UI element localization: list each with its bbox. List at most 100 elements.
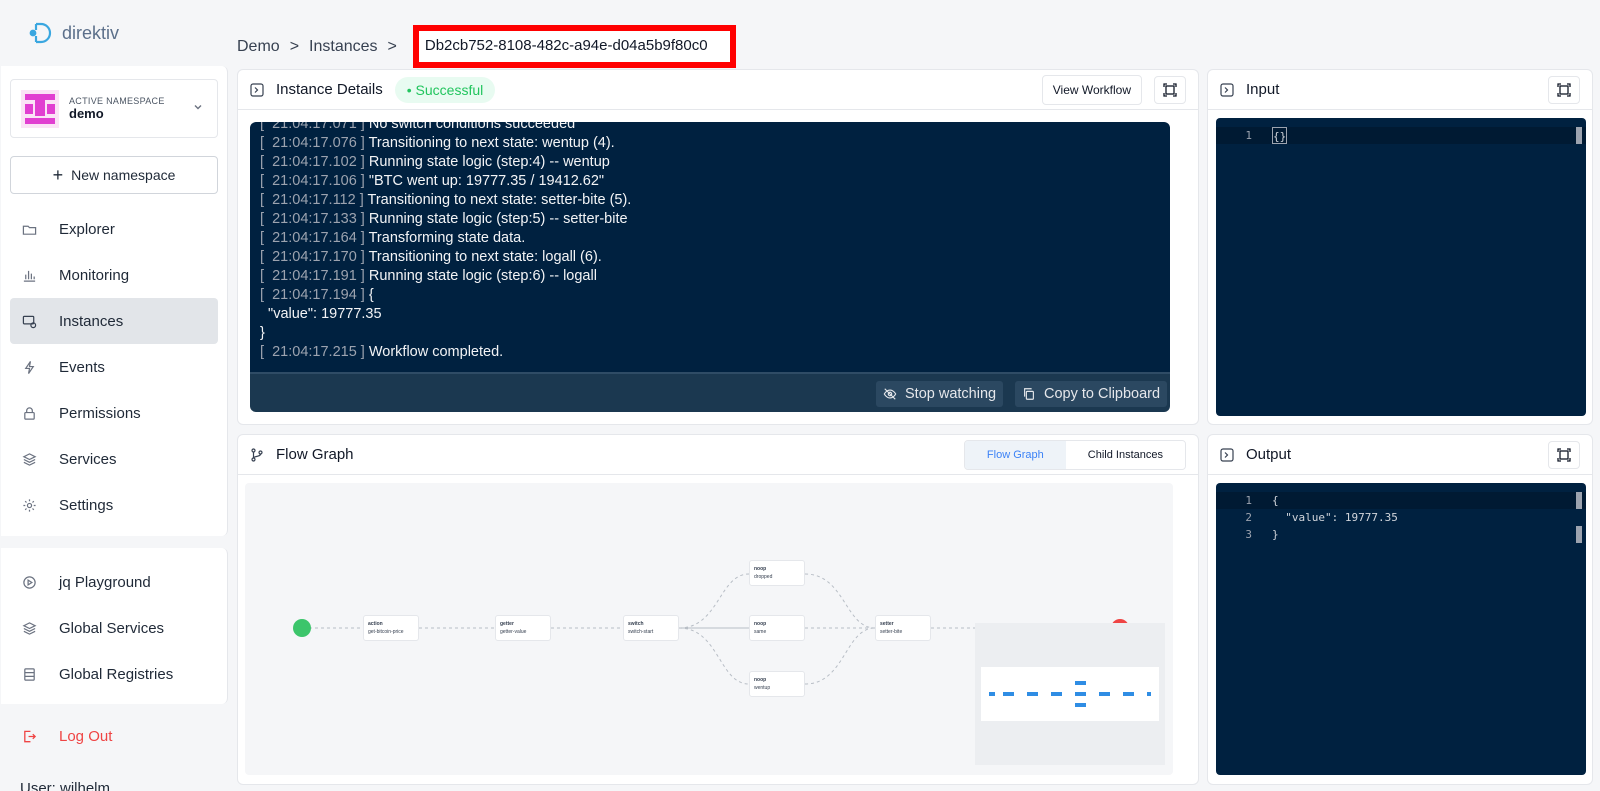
lock-icon [22, 406, 37, 421]
flow-node-setter-bite[interactable]: setter setter-bite [875, 615, 931, 641]
log-line: [ 21:04:17.106 ] "BTC went up: 19777.35 … [260, 173, 605, 189]
instance-details-header: Instance Details • Successful View Workf… [238, 70, 1198, 110]
sidebar-item-permissions[interactable]: Permissions [10, 390, 218, 436]
logout-icon [24, 730, 37, 743]
log-line: [ 21:04:17.215 ] Workflow completed. [260, 344, 504, 360]
output-header: Output [1208, 435, 1592, 475]
sidebar-item-label: Global Registries [59, 665, 174, 683]
eye-off-icon [883, 388, 897, 400]
log-line: "value": 19777.35 [260, 306, 382, 322]
terminal-icon [1220, 447, 1234, 462]
input-editor[interactable]: 1{} [1216, 118, 1586, 416]
flow-graph-card: Flow Graph Flow Graph Child Instances ac… [237, 434, 1199, 785]
log-line: [ 21:04:17.191 ] Running state logic (st… [260, 268, 597, 284]
sidebar-item-services[interactable]: Services [10, 436, 218, 482]
log-line: [ 21:04:17.133 ] Running state logic (st… [260, 211, 628, 227]
terminal-icon [1220, 82, 1234, 97]
log-viewer[interactable]: [ 21:04:17.071 ] No switch conditions su… [250, 122, 1170, 372]
plus-icon: + [52, 165, 64, 185]
app-logo[interactable]: direktiv [28, 20, 119, 46]
chevron-down-icon [194, 105, 202, 110]
layers-icon [22, 621, 37, 636]
sidebar-nav: Explorer Monitoring Instances Events Per… [10, 206, 218, 528]
flow-node-get-bitcoin-price[interactable]: action get-bitcoin-price [363, 615, 419, 641]
sidebar-item-instances[interactable]: Instances [10, 298, 218, 344]
sidebar-item-label: jq Playground [59, 573, 151, 591]
gear-icon [22, 498, 37, 513]
sidebar-item-label: Services [59, 450, 117, 468]
input-title: Input [1246, 81, 1280, 98]
log-line: [ 21:04:17.164 ] Transforming state data… [260, 230, 526, 246]
flow-node-switch-start[interactable]: switch switch-start [623, 615, 679, 641]
flow-graph-header: Flow Graph Flow Graph Child Instances [238, 435, 1198, 475]
maximize-button[interactable] [1548, 440, 1580, 469]
log-line: } [260, 325, 265, 341]
maximize-icon [1557, 447, 1571, 462]
breadcrumb-instances[interactable]: Instances [309, 38, 377, 56]
user-label: User: wilhelm [20, 780, 111, 791]
view-workflow-button[interactable]: View Workflow [1041, 74, 1142, 105]
instance-details-card: Instance Details • Successful View Workf… [237, 69, 1199, 425]
sidebar-item-monitoring[interactable]: Monitoring [10, 252, 218, 298]
flow-node-dropped[interactable]: noop dropped [749, 560, 805, 586]
log-line: [ 21:04:17.194 ] { [260, 287, 374, 303]
sidebar-item-global-services[interactable]: Global Services [10, 605, 218, 651]
folder-icon [22, 222, 37, 237]
stop-watching-label: Stop watching [905, 386, 997, 402]
log-line: [ 21:04:17.076 ] Transitioning to next s… [260, 135, 615, 151]
copy-clipboard-button[interactable]: Copy to Clipboard [1015, 381, 1168, 407]
sidebar-item-label: Global Services [59, 619, 165, 637]
tab-child-instances[interactable]: Child Instances [1065, 440, 1185, 469]
input-header: Input [1208, 70, 1592, 110]
sidebar-item-label: Permissions [59, 404, 141, 422]
app-name: direktiv [62, 22, 120, 43]
flow-node-wentup[interactable]: noop wentup [749, 671, 805, 697]
sidebar-item-settings[interactable]: Settings [10, 482, 218, 528]
sidebar-global-nav: jq Playground Global Services Global Reg… [10, 559, 218, 697]
log-line: [ 21:04:17.170 ] Transitioning to next s… [260, 249, 602, 265]
sidebar-item-global-registries[interactable]: Global Registries [10, 651, 218, 697]
lightning-icon [22, 360, 37, 375]
status-badge: • Successful [394, 76, 496, 103]
sidebar-item-jq-playground[interactable]: jq Playground [10, 559, 218, 605]
log-line: [ 21:04:17.102 ] Running state logic (st… [260, 154, 610, 170]
maximize-icon [1557, 82, 1571, 97]
editor-line: 1{ [1216, 492, 1586, 509]
bar-chart-icon [22, 268, 37, 283]
flow-minimap[interactable] [975, 623, 1165, 765]
flow-node-getter-value[interactable]: getter getter-value [495, 615, 551, 641]
branch-icon [251, 447, 263, 462]
editor-line: 1{} [1216, 127, 1586, 144]
tab-flow-graph[interactable]: Flow Graph [964, 440, 1066, 469]
sidebar-item-explorer[interactable]: Explorer [10, 206, 218, 252]
layers-icon [22, 452, 37, 467]
sidebar-item-events[interactable]: Events [10, 344, 218, 390]
breadcrumb-separator: > [289, 37, 300, 55]
instance-id: Db2cb752-8108-482c-a94e-d04a5b9f80c0 [412, 25, 736, 68]
maximize-button[interactable] [1548, 75, 1580, 104]
editor-line: 3} [1245, 528, 1279, 541]
breadcrumb-demo[interactable]: Demo [237, 38, 280, 56]
sidebar-item-label: Explorer [59, 220, 115, 238]
sidebar-item-label: Events [59, 358, 105, 376]
breadcrumb-separator: > [387, 37, 397, 55]
new-namespace-button[interactable]: + New namespace [10, 156, 218, 194]
output-title: Output [1246, 446, 1292, 463]
editor-line: 2 "value": 19777.35 [1245, 511, 1398, 524]
maximize-button[interactable] [1154, 75, 1186, 104]
log-footer: Stop watching Copy to Clipboard [250, 372, 1170, 412]
instance-details-title: Instance Details [276, 81, 383, 98]
output-editor[interactable]: 1{ 2 "value": 19777.35 3} [1216, 483, 1586, 775]
breadcrumb: Demo > Instances > Db2cb752-8108-482c-a9… [237, 25, 736, 68]
maximize-icon [1163, 82, 1177, 97]
flow-graph-canvas[interactable]: action get-bitcoin-price getter getter-val… [245, 483, 1173, 775]
logout-button[interactable]: Log Out [22, 728, 112, 745]
stop-watching-button[interactable]: Stop watching [876, 381, 1004, 407]
flow-graph-tabs: Flow Graph Child Instances [963, 439, 1186, 470]
sidebar-item-label: Monitoring [59, 266, 130, 284]
start-node[interactable] [293, 619, 311, 637]
namespace-selector[interactable]: ACTIVE NAMESPACE demo [10, 79, 218, 138]
flow-node-same[interactable]: noop same [749, 615, 805, 641]
direktiv-logo-icon [29, 22, 52, 44]
status-text: Successful [415, 81, 484, 98]
